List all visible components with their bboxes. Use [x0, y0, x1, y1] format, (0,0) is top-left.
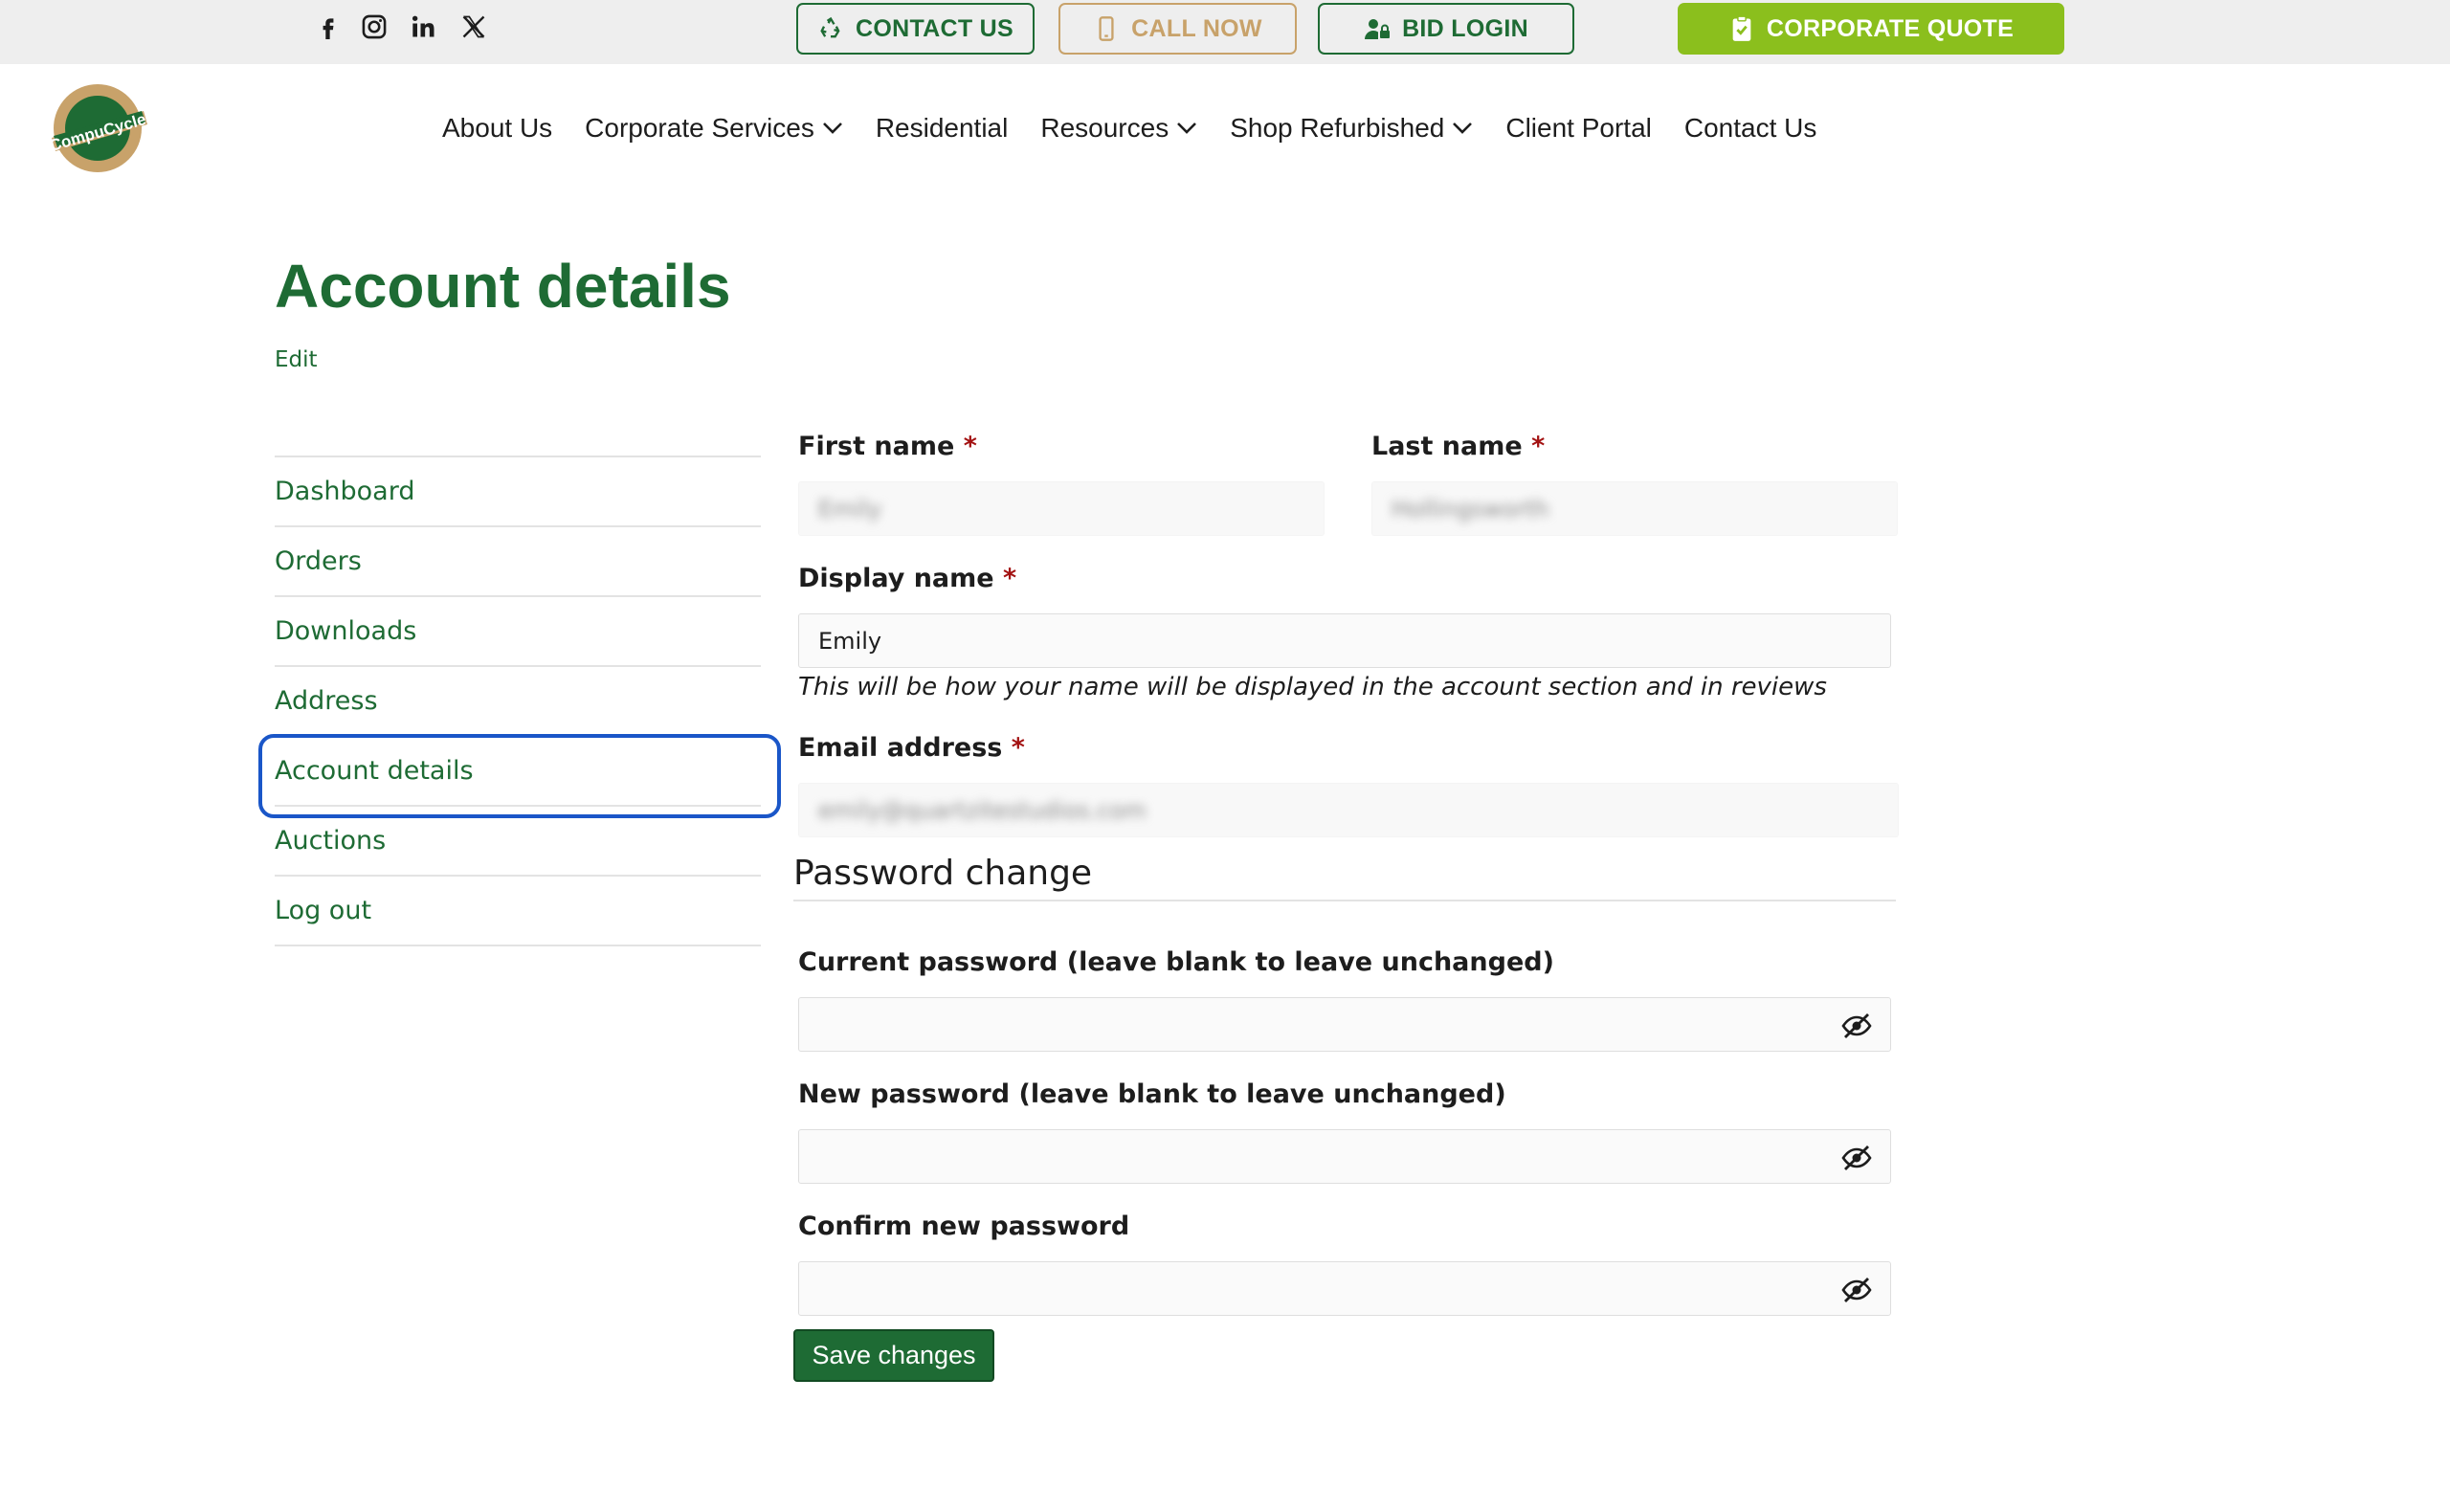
- email-field[interactable]: emily@quartzitestudios.com: [798, 783, 1899, 837]
- last-name-label-text: Last name: [1371, 432, 1523, 461]
- confirm-password-label: Confirm new password: [798, 1212, 1130, 1241]
- instagram-glyph: [362, 14, 387, 39]
- nav-item-resources[interactable]: Resources: [1040, 113, 1197, 144]
- eye-slash-icon[interactable]: [1840, 1276, 1873, 1304]
- linkedin-icon[interactable]: [410, 10, 438, 44]
- recycle-icon: [820, 16, 840, 38]
- email-value: emily@quartzitestudios.com: [818, 796, 1147, 824]
- sidebar-item-label: Dashboard: [275, 477, 415, 506]
- linkedin-glyph: [412, 15, 434, 37]
- nav-item-residential[interactable]: Residential: [876, 113, 1009, 144]
- required-mark: *: [1003, 564, 1017, 593]
- sidebar-item-orders[interactable]: Orders: [275, 527, 761, 597]
- sidebar-item-downloads[interactable]: Downloads: [275, 597, 761, 667]
- sidebar-item-label: Address: [275, 686, 378, 716]
- nav-item-shop-refurbished[interactable]: Shop Refurbished: [1230, 113, 1473, 144]
- display-name-label-text: Display name: [798, 564, 994, 593]
- eye-slash-icon[interactable]: [1840, 1144, 1873, 1172]
- chevron-down-icon: [1453, 122, 1473, 134]
- required-mark: *: [963, 432, 977, 461]
- compucycle-logo[interactable]: CompuCycle: [44, 82, 151, 174]
- clipboard-check-icon: [1732, 15, 1751, 41]
- current-password-label: Current password (leave blank to leave u…: [798, 947, 1554, 977]
- nav-item-corporate-services[interactable]: Corporate Services: [585, 113, 843, 144]
- nav-label: Residential: [875, 113, 1009, 143]
- first-name-value: Emily: [818, 495, 882, 523]
- nav-item-client-portal[interactable]: Client Portal: [1505, 113, 1652, 144]
- password-change-heading: Password change: [793, 854, 1896, 901]
- sidebar-item-label: Orders: [275, 546, 362, 576]
- first-name-label: First name *: [798, 432, 977, 461]
- nav-label: Contact Us: [1683, 113, 1817, 143]
- nav-label: Resources: [1040, 113, 1169, 143]
- save-changes-button[interactable]: Save changes: [793, 1329, 994, 1382]
- sidebar-item-dashboard[interactable]: Dashboard: [275, 457, 761, 527]
- contact-us-label: CONTACT US: [855, 14, 1014, 42]
- required-mark: *: [1011, 733, 1025, 763]
- required-mark: *: [1531, 432, 1546, 461]
- top-utility-bar: CONTACT US CALL NOW BID LOGIN CORPORATE …: [0, 0, 2450, 64]
- instagram-icon[interactable]: [360, 10, 389, 44]
- current-password-field[interactable]: [798, 997, 1891, 1052]
- account-sidebar: Dashboard Orders Downloads Address Accou…: [258, 456, 781, 946]
- last-name-label: Last name *: [1371, 432, 1545, 461]
- nav-label: Corporate Services: [585, 113, 814, 143]
- corporate-quote-label: CORPORATE QUOTE: [1766, 14, 2015, 42]
- corporate-quote-button[interactable]: CORPORATE QUOTE: [1678, 3, 2064, 55]
- x-glyph: [462, 15, 485, 38]
- main-navigation: About Us Corporate Services Residential …: [442, 107, 1816, 149]
- call-now-button[interactable]: CALL NOW: [1058, 3, 1297, 55]
- nav-label: About Us: [442, 113, 553, 143]
- confirm-password-field[interactable]: [798, 1261, 1891, 1316]
- display-name-hint: This will be how your name will be displ…: [798, 673, 1827, 701]
- user-lock-icon: [1365, 19, 1391, 39]
- chevron-down-icon: [1177, 122, 1197, 134]
- contact-us-button[interactable]: CONTACT US: [796, 3, 1035, 55]
- email-label-text: Email address: [798, 733, 1003, 763]
- new-password-label: New password (leave blank to leave uncha…: [798, 1079, 1506, 1109]
- bid-login-button[interactable]: BID LOGIN: [1318, 3, 1574, 55]
- facebook-icon[interactable]: [316, 10, 341, 44]
- sidebar-item-label: Log out: [275, 896, 372, 925]
- last-name-value: Hollingsworth: [1392, 495, 1549, 523]
- display-name-label: Display name *: [798, 564, 1016, 593]
- facebook-glyph: [323, 18, 334, 39]
- nav-label: Shop Refurbished: [1230, 113, 1445, 143]
- bid-login-label: BID LOGIN: [1402, 14, 1528, 42]
- nav-item-contact-us[interactable]: Contact Us: [1684, 113, 1817, 144]
- phone-icon: [1099, 16, 1114, 41]
- edit-link[interactable]: Edit: [275, 347, 318, 372]
- x-twitter-icon[interactable]: [459, 10, 488, 44]
- sidebar-item-log-out[interactable]: Log out: [275, 877, 761, 946]
- sidebar-item-label: Auctions: [275, 826, 387, 856]
- nav-label: Client Portal: [1505, 113, 1652, 143]
- page-title: Account details: [275, 252, 731, 321]
- new-password-field[interactable]: [798, 1129, 1891, 1184]
- first-name-field[interactable]: Emily: [798, 481, 1325, 536]
- sidebar-item-label: Account details: [275, 756, 474, 786]
- call-now-label: CALL NOW: [1131, 14, 1262, 42]
- sidebar-item-auctions[interactable]: Auctions: [275, 807, 761, 877]
- chevron-down-icon: [822, 122, 842, 134]
- first-name-label-text: First name: [798, 432, 955, 461]
- sidebar-item-address[interactable]: Address: [275, 667, 761, 737]
- last-name-field[interactable]: Hollingsworth: [1371, 481, 1898, 536]
- eye-slash-icon[interactable]: [1840, 1012, 1873, 1040]
- logo-graphic: CompuCycle: [48, 84, 148, 172]
- sidebar-item-label: Downloads: [275, 616, 417, 646]
- email-label: Email address *: [798, 733, 1025, 763]
- sidebar-item-account-details[interactable]: Account details: [258, 734, 781, 818]
- display-name-field[interactable]: Emily: [798, 613, 1891, 668]
- display-name-value: Emily: [818, 627, 882, 655]
- nav-item-about-us[interactable]: About Us: [442, 113, 552, 144]
